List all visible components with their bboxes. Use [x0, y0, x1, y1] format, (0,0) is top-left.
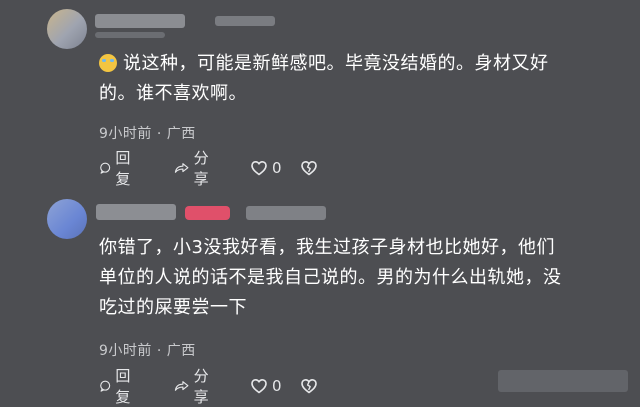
comment-text: 说这种，可能是新鲜感吧。毕竟没结婚的。身材又好 的。谁不喜欢啊。	[99, 49, 629, 109]
share-arrow-icon	[174, 381, 189, 391]
avatar[interactable]	[47, 9, 87, 49]
meta-separator: ·	[156, 126, 162, 142]
laughing-tears-emoji-icon	[99, 54, 117, 72]
like-count: 0	[272, 377, 282, 395]
comment-location: 广西	[166, 126, 196, 142]
share-button[interactable]: 分享	[174, 367, 215, 406]
comment-time: 9小时前	[99, 126, 152, 142]
comment-location: 广西	[166, 343, 196, 359]
heart-icon	[251, 379, 267, 394]
user-badge-blurred	[215, 16, 275, 26]
comment-line: 吃过的屎要尝一下	[99, 297, 247, 318]
like-button[interactable]: 0	[250, 156, 282, 180]
user-info-blurred	[95, 32, 165, 38]
reply-label: 回复	[115, 367, 131, 406]
reply-button[interactable]: 回复	[99, 149, 136, 188]
comment-meta: 9小时前 · 广西	[99, 123, 196, 143]
comment-bubble-icon	[100, 380, 111, 392]
heart-icon	[251, 161, 267, 176]
comment-meta: 9小时前 · 广西	[99, 340, 196, 360]
comment-text: 你错了，小3没我好看，我生过孩子身材也比她好，他们 单位的人说的话不是我自己说的…	[99, 233, 629, 323]
username-blurred[interactable]	[95, 14, 185, 28]
share-arrow-icon	[174, 163, 189, 173]
like-count: 0	[272, 159, 282, 177]
reply-button[interactable]: 回复	[99, 367, 136, 406]
broken-heart-icon	[301, 161, 317, 176]
username-blurred[interactable]	[96, 204, 176, 220]
dislike-button[interactable]	[300, 374, 322, 398]
user-badge-blurred	[185, 206, 230, 220]
comment-line: 的。谁不喜欢啊。	[99, 83, 247, 104]
user-info-blurred	[246, 206, 326, 220]
like-button[interactable]: 0	[250, 374, 282, 398]
comment-bubble-icon	[100, 162, 111, 174]
share-label: 分享	[193, 149, 209, 188]
comment-line: 说这种，可能是新鲜感吧。毕竟没结婚的。身材又好	[123, 53, 549, 74]
watermark-blurred	[498, 370, 628, 392]
comment-line: 你错了，小3没我好看，我生过孩子身材也比她好，他们	[99, 237, 555, 258]
meta-separator: ·	[156, 343, 162, 359]
dislike-button[interactable]	[300, 156, 322, 180]
share-button[interactable]: 分享	[174, 149, 215, 188]
reply-label: 回复	[115, 149, 131, 188]
broken-heart-icon	[301, 379, 317, 394]
comment-time: 9小时前	[99, 343, 152, 359]
comment-line: 单位的人说的话不是我自己说的。男的为什么出轨她，没	[99, 267, 562, 288]
avatar[interactable]	[47, 199, 87, 239]
share-label: 分享	[193, 367, 209, 406]
comment-item: 说这种，可能是新鲜感吧。毕竟没结婚的。身材又好 的。谁不喜欢啊。 9小时前 · …	[0, 0, 640, 196]
